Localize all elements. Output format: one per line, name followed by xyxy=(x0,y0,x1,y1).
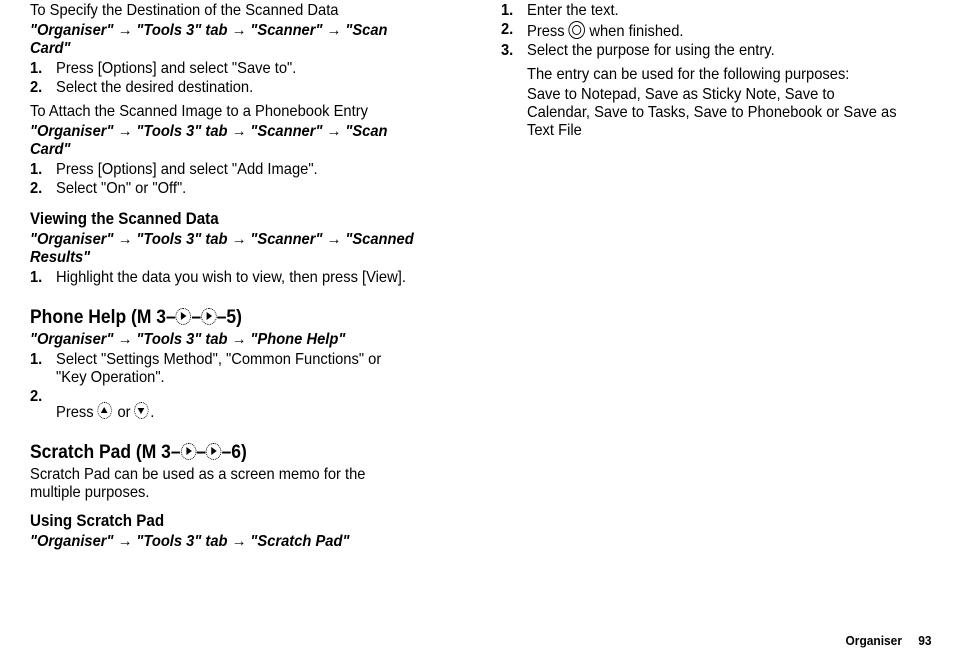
nav-down-icon xyxy=(135,402,149,419)
step-list: 1.Select "Settings Method", "Common Func… xyxy=(30,351,461,422)
detail-text: Save to Notepad, Save as Sticky Note, Sa… xyxy=(527,86,900,140)
nav-path: "Organiser" → "Tools 3" tab → "Scratch P… xyxy=(30,533,349,551)
nav-right-icon xyxy=(176,308,192,325)
nav-path: "Organiser" → "Tools 3" tab → "Scanner" … xyxy=(30,231,426,267)
step-item: 2.Select the desired destination. xyxy=(30,79,461,97)
step-item: 2. Press or . xyxy=(30,388,461,422)
step-item: 1.Enter the text. xyxy=(501,2,932,20)
heading-phone-help: Phone Help (M 3–––5) xyxy=(30,307,242,329)
subheading: Viewing the Scanned Data xyxy=(30,210,219,229)
page-number: 93 xyxy=(919,633,932,648)
step-item: 2. Press when finished. xyxy=(501,21,932,41)
step-list: 1.Press [Options] and select "Save to". … xyxy=(30,60,461,97)
section-title: To Specify the Destination of the Scanne… xyxy=(30,2,339,20)
step-item: 1.Select "Settings Method", "Common Func… xyxy=(30,351,461,387)
nav-path: "Organiser" → "Tools 3" tab → "Phone Hel… xyxy=(30,331,345,349)
step-item: 1.Highlight the data you wish to view, t… xyxy=(30,269,461,287)
heading-scratch-pad: Scratch Pad (M 3–––6) xyxy=(30,442,247,464)
nav-right-icon xyxy=(206,443,222,460)
subheading: Using Scratch Pad xyxy=(30,512,164,531)
center-button-icon xyxy=(569,21,586,39)
footer-section: Organiser xyxy=(846,633,903,648)
description: Scratch Pad can be used as a screen memo… xyxy=(30,466,416,502)
detail-text: The entry can be used for the following … xyxy=(527,66,849,84)
step-item: 2.Select "On" or "Off". xyxy=(30,180,461,198)
step-item: 1.Press [Options] and select "Add Image"… xyxy=(30,161,461,179)
nav-up-icon xyxy=(98,402,112,419)
step-item: 1.Press [Options] and select "Save to". xyxy=(30,60,461,78)
step-list: 1.Highlight the data you wish to view, t… xyxy=(30,269,461,287)
nav-right-icon xyxy=(201,308,217,325)
step-item: 3.Select the purpose for using the entry… xyxy=(501,42,932,60)
page-footer: Organiser 93 xyxy=(846,633,932,648)
nav-path: "Organiser" → "Tools 3" tab → "Scanner" … xyxy=(30,123,427,159)
nav-path: "Organiser" → "Tools 3" tab → "Scanner" … xyxy=(30,22,427,58)
nav-right-icon xyxy=(181,443,197,460)
step-list: 1.Enter the text. 2. Press when finished… xyxy=(501,2,932,60)
step-list: 1.Press [Options] and select "Add Image"… xyxy=(30,161,461,198)
section-title: To Attach the Scanned Image to a Phonebo… xyxy=(30,103,368,121)
